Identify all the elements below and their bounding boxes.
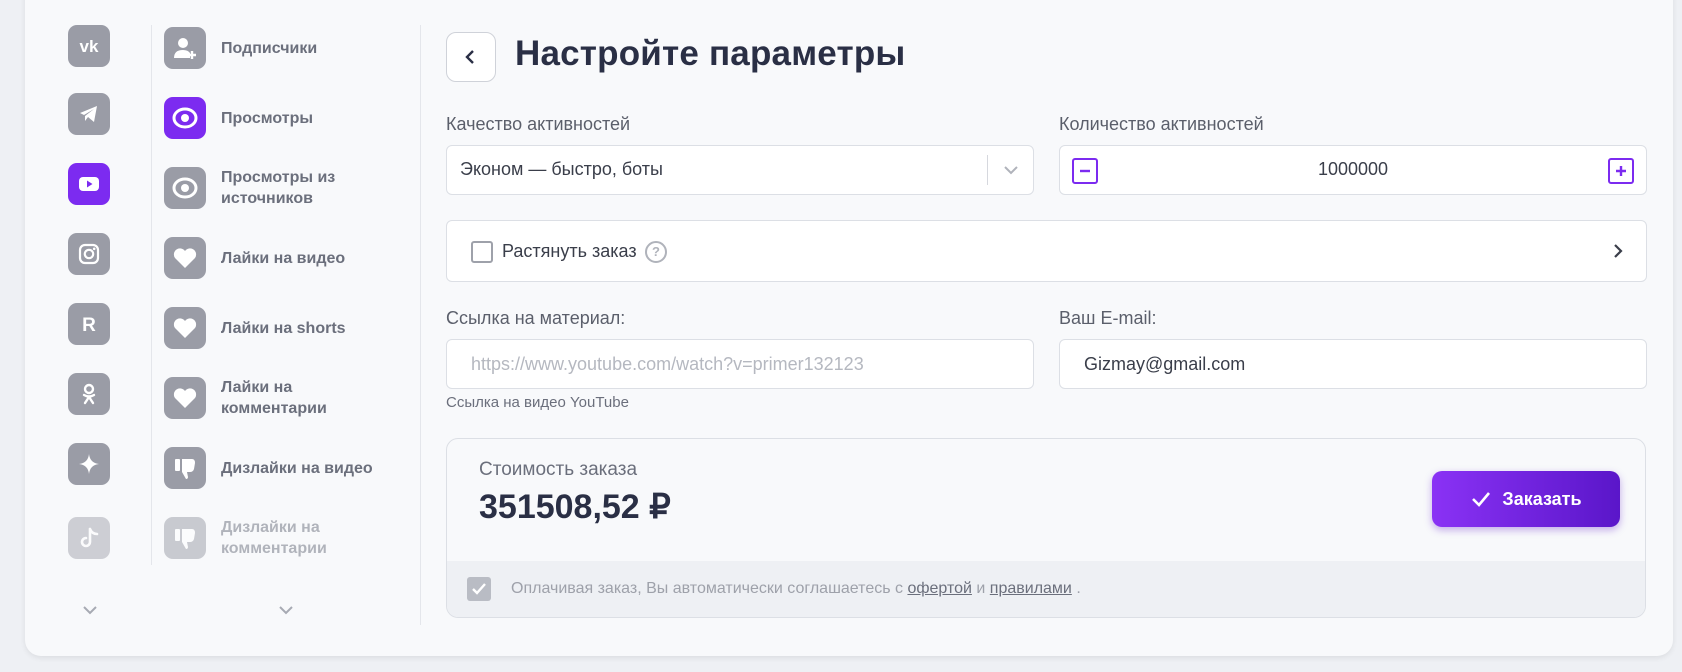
youtube-icon [79, 177, 99, 191]
eye-icon [172, 177, 198, 199]
cost-label: Стоимость заказа [479, 459, 638, 480]
platform-instagram[interactable] [68, 233, 110, 275]
service-label: Просмотры из источников [221, 169, 336, 207]
email-value: Gizmay@gmail.com [1084, 354, 1246, 374]
agree-checkbox[interactable] [467, 577, 491, 601]
quality-select-value: Эконом — быстро, боты [460, 159, 663, 179]
rules-link[interactable]: правилами [990, 580, 1072, 597]
vk-icon: vk [80, 37, 99, 56]
check-icon [472, 583, 486, 595]
email-label: Ваш E-mail: [1059, 308, 1157, 328]
rutube-icon: R [82, 315, 96, 336]
service-label: Лайки на видео [221, 249, 346, 267]
chevron-left-icon [465, 50, 474, 64]
service-label: Просмотры [221, 109, 314, 127]
stretch-label: Растянуть заказ [502, 241, 637, 261]
plus-icon [1616, 166, 1626, 176]
platform-rutube[interactable]: R [68, 303, 110, 345]
order-button[interactable]: Заказать [1432, 471, 1620, 527]
stretch-order-row[interactable]: Растянуть заказ ? [446, 220, 1647, 282]
quantity-value[interactable]: 1000000 [1060, 159, 1646, 180]
service-label: Дизлайки на видео [221, 459, 373, 477]
chevron-right-icon[interactable] [1608, 241, 1628, 261]
stretch-checkbox[interactable] [471, 241, 493, 263]
instagram-icon [78, 243, 100, 265]
offer-link[interactable]: офертой [907, 580, 972, 597]
platform-dzen[interactable] [68, 443, 110, 485]
link-input[interactable]: https://www.youtube.com/watch?v=primer13… [446, 339, 1034, 389]
eye-icon [172, 107, 198, 129]
chevron-down-icon[interactable] [81, 601, 99, 619]
link-input-placeholder: https://www.youtube.com/watch?v=primer13… [471, 354, 864, 374]
service-item-likes-shorts[interactable]: Лайки на shorts [164, 307, 404, 349]
service-label: Дизлайки на комментарии [221, 519, 327, 557]
platform-vk[interactable]: vk [68, 25, 110, 67]
order-button-label: Заказать [1502, 488, 1582, 509]
chevron-down-icon[interactable] [1001, 160, 1021, 180]
select-divider [987, 155, 988, 185]
divider [151, 25, 152, 565]
tiktok-icon [80, 527, 99, 548]
check-icon [1472, 492, 1491, 507]
platform-youtube[interactable] [68, 163, 110, 205]
sparkle-icon [79, 454, 99, 474]
ok-icon [82, 383, 96, 405]
service-item-views[interactable]: Просмотры [164, 97, 404, 139]
link-hint: Ссылка на видео YouTube [446, 394, 629, 411]
service-item-subscribers[interactable]: Подписчики [164, 27, 404, 69]
link-label: Ссылка на материал: [446, 308, 626, 328]
heart-icon [173, 388, 197, 408]
service-item-likes-comments[interactable]: Лайки на комментарии [164, 377, 404, 419]
telegram-icon [80, 106, 97, 122]
heart-icon [173, 248, 197, 268]
add-user-icon [174, 38, 196, 59]
service-label: Лайки на комментарии [221, 379, 327, 417]
platform-telegram[interactable] [68, 93, 110, 135]
page-title: Настройте параметры [515, 34, 906, 73]
service-label: Подписчики [221, 39, 318, 57]
service-label: Лайки на shorts [221, 319, 346, 337]
email-field[interactable]: Gizmay@gmail.com [1059, 339, 1647, 389]
service-item-likes-video[interactable]: Лайки на видео [164, 237, 404, 279]
increment-button[interactable] [1608, 158, 1634, 184]
svg-text:vk: vk [80, 37, 99, 56]
divider [420, 25, 421, 625]
thumbs-down-icon [175, 529, 195, 549]
quality-select[interactable]: Эконом — быстро, боты [446, 145, 1034, 195]
platform-odnoklassniki[interactable] [68, 373, 110, 415]
platform-tiktok[interactable] [68, 517, 110, 559]
order-summary: Стоимость заказа 351508,52 ₽ Заказать Оп… [446, 438, 1646, 618]
quantity-label: Количество активностей [1059, 114, 1264, 134]
heart-icon [173, 318, 197, 338]
quantity-stepper: 1000000 [1059, 145, 1647, 195]
back-button[interactable] [446, 32, 496, 82]
service-item-views-sources[interactable]: Просмотры из источников [164, 167, 404, 209]
cost-value: 351508,52 ₽ [479, 488, 671, 526]
quality-label: Качество активностей [446, 114, 631, 134]
chevron-down-icon[interactable] [277, 601, 295, 619]
service-item-dislikes-video[interactable]: Дизлайки на видео [164, 447, 404, 489]
thumbs-down-icon [175, 459, 195, 479]
agreement-text: Оплачивая заказ, Вы автоматически соглаш… [511, 580, 1081, 597]
service-item-dislikes-comments[interactable]: Дизлайки на комментарии [164, 517, 404, 559]
help-icon[interactable]: ? [645, 241, 667, 263]
svg-text:R: R [82, 315, 96, 336]
